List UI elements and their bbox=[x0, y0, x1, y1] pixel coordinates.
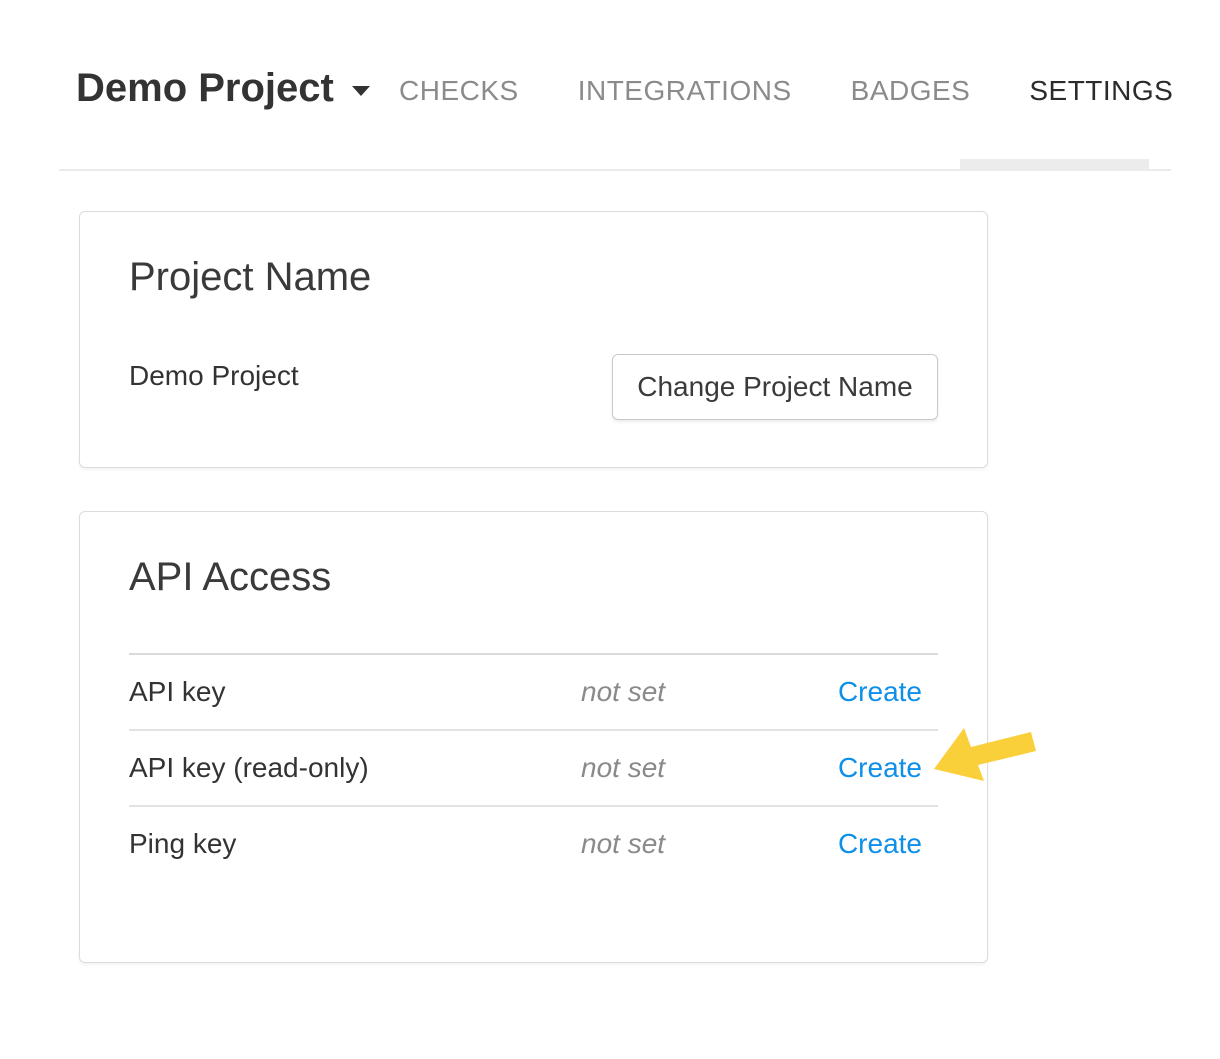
project-name-card-title: Project Name bbox=[129, 254, 371, 300]
api-access-card: API Access API key not set Create API ke… bbox=[79, 511, 988, 963]
table-row-ping-key: Ping key not set Create bbox=[129, 807, 938, 881]
api-keys-table: API key not set Create API key (read-onl… bbox=[129, 653, 938, 881]
current-project-name: Demo Project bbox=[129, 359, 299, 393]
table-row-api-key: API key not set Create bbox=[129, 655, 938, 731]
api-access-card-title: API Access bbox=[129, 554, 331, 600]
project-nav: CHECKS INTEGRATIONS BADGES SETTINGS bbox=[399, 76, 1173, 106]
project-name-card: Project Name Demo Project Change Project… bbox=[79, 211, 988, 468]
header-divider bbox=[59, 169, 1171, 171]
api-key-read-only-label: API key (read-only) bbox=[129, 751, 369, 785]
tab-settings[interactable]: SETTINGS bbox=[1029, 76, 1173, 106]
api-key-read-only-value: not set bbox=[581, 751, 665, 785]
api-key-label: API key bbox=[129, 675, 225, 709]
project-title-label: Demo Project bbox=[76, 68, 334, 108]
tab-badges[interactable]: BADGES bbox=[851, 76, 971, 106]
chevron-down-icon bbox=[352, 86, 370, 96]
tab-checks[interactable]: CHECKS bbox=[399, 76, 519, 106]
active-tab-indicator bbox=[960, 159, 1149, 169]
create-link-api-key[interactable]: Create bbox=[838, 675, 922, 709]
project-switcher[interactable]: Demo Project bbox=[76, 68, 370, 108]
api-key-value: not set bbox=[581, 675, 665, 709]
change-project-name-button[interactable]: Change Project Name bbox=[612, 354, 938, 420]
tab-integrations[interactable]: INTEGRATIONS bbox=[578, 76, 792, 106]
ping-key-value: not set bbox=[581, 827, 665, 861]
project-settings-page: Demo Project CHECKS INTEGRATIONS BADGES … bbox=[0, 0, 1220, 1059]
ping-key-label: Ping key bbox=[129, 827, 236, 861]
table-row-api-key-read-only: API key (read-only) not set Create bbox=[129, 731, 938, 807]
create-link-ping-key[interactable]: Create bbox=[838, 827, 922, 861]
create-link-api-key-read-only[interactable]: Create bbox=[838, 751, 922, 785]
